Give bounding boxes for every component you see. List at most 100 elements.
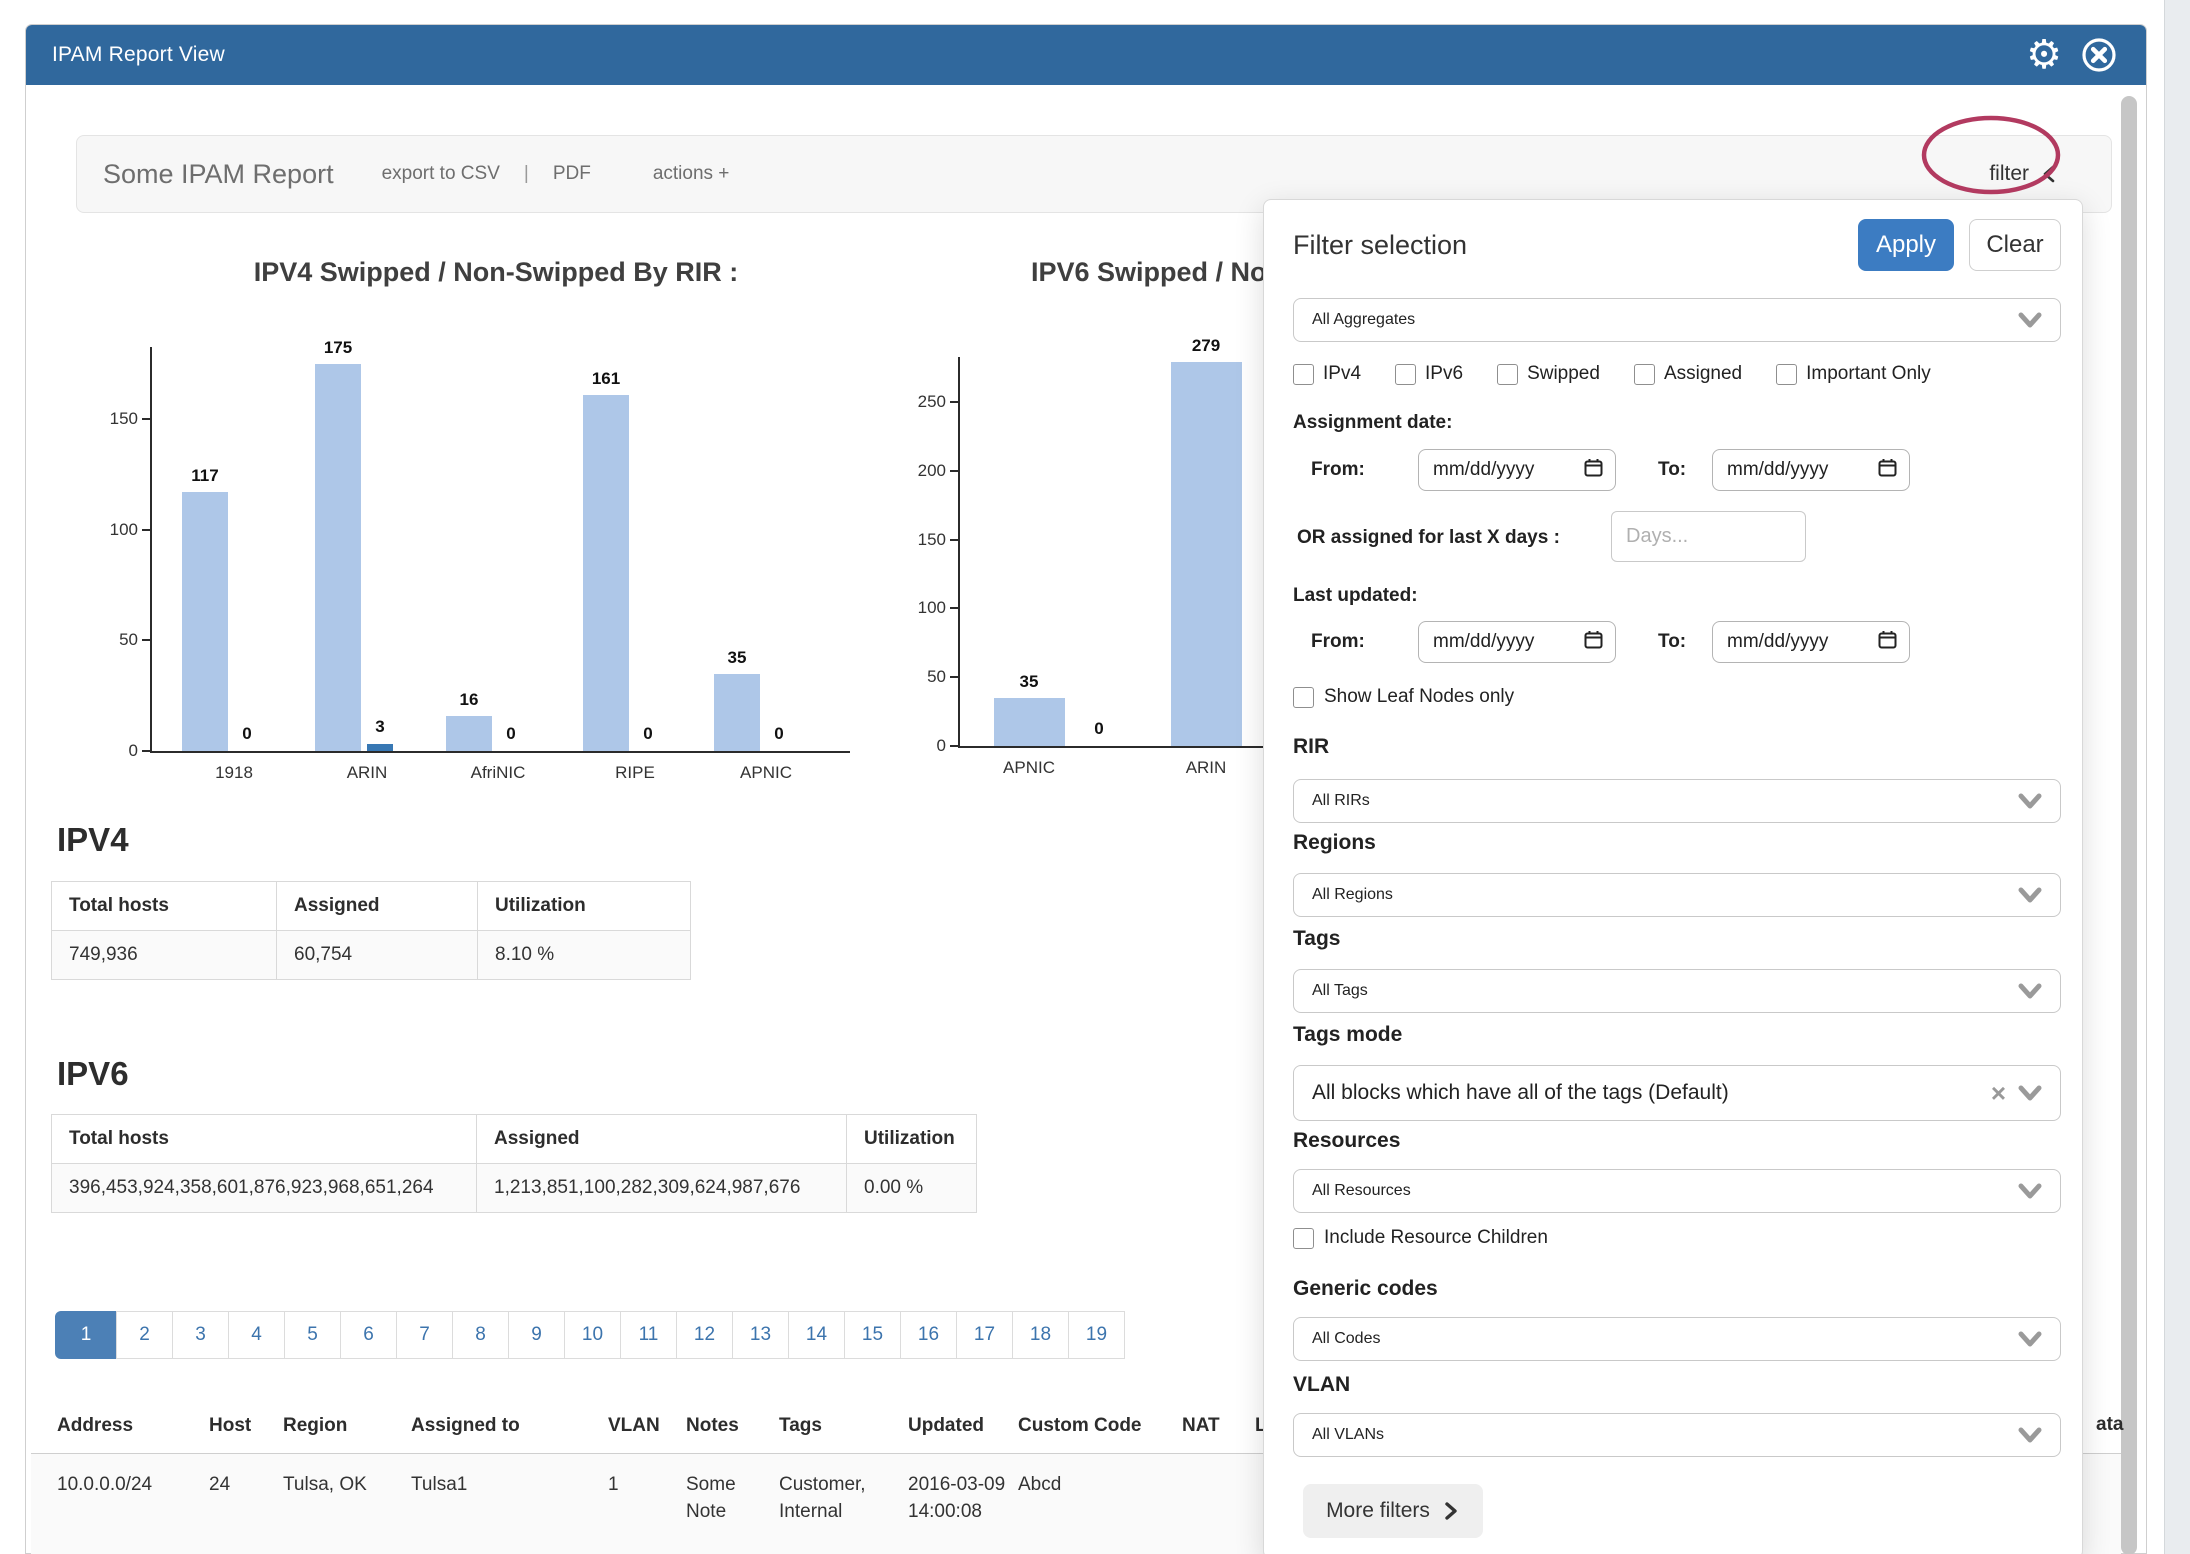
page-button-8[interactable]: 8 xyxy=(452,1311,509,1359)
export-csv-link[interactable]: export to CSV xyxy=(382,163,500,185)
regions-select[interactable]: All Regions xyxy=(1293,873,2061,917)
page-button-4[interactable]: 4 xyxy=(228,1311,285,1359)
page-button-7[interactable]: 7 xyxy=(396,1311,453,1359)
apply-button[interactable]: Apply xyxy=(1858,219,1954,271)
record-cell: 2016-03-09 14:00:08 xyxy=(908,1471,1008,1525)
checkbox-important-only[interactable] xyxy=(1776,364,1797,385)
settings-gear-icon[interactable]: ⚙ xyxy=(2026,35,2062,75)
column-header-address[interactable]: Address xyxy=(57,1415,133,1437)
bar-value-label: 0 xyxy=(1064,719,1134,739)
page-button-15[interactable]: 15 xyxy=(844,1311,901,1359)
checkbox-label: Assigned xyxy=(1664,363,1742,385)
leaf-nodes-checkbox[interactable] xyxy=(1293,687,1314,708)
page-button-13[interactable]: 13 xyxy=(732,1311,789,1359)
include-children-label: Include Resource Children xyxy=(1324,1227,1548,1249)
y-tick-label: 50 xyxy=(78,630,138,650)
generic-codes-select[interactable]: All Codes xyxy=(1293,1317,2061,1361)
filter-checkbox-item-ipv4: IPv4 xyxy=(1293,363,1361,385)
days-input[interactable] xyxy=(1611,511,1806,562)
checkbox-label: IPv6 xyxy=(1425,363,1463,385)
checkbox-ipv4[interactable] xyxy=(1293,364,1314,385)
page-button-19[interactable]: 19 xyxy=(1068,1311,1125,1359)
window-titlebar: IPAM Report View ⚙ xyxy=(26,25,2146,85)
y-tick-mark xyxy=(950,745,958,747)
calendar-icon xyxy=(1583,457,1604,484)
checkbox-ipv6[interactable] xyxy=(1395,364,1416,385)
filter-panel: Filter selection Apply Clear All Aggrega… xyxy=(1263,199,2083,1554)
include-children-checkbox[interactable] xyxy=(1293,1228,1314,1249)
column-header-tags[interactable]: Tags xyxy=(779,1415,822,1437)
page-background-strip xyxy=(2164,0,2190,1554)
record-cell: Customer, Internal xyxy=(779,1471,897,1525)
bar-non-swipped xyxy=(367,744,393,751)
updated-from-date-input[interactable]: mm/dd/yyyy xyxy=(1418,621,1616,663)
ipv6-col-utilization: Utilization xyxy=(847,1115,977,1164)
export-pdf-link[interactable]: PDF xyxy=(553,163,591,185)
more-filters-button[interactable]: More filters xyxy=(1303,1484,1483,1538)
column-header-updated[interactable]: Updated xyxy=(908,1415,984,1437)
bar-value-label: 161 xyxy=(571,369,641,389)
rir-select[interactable]: All RIRs xyxy=(1293,779,2061,823)
page-button-2[interactable]: 2 xyxy=(116,1311,173,1359)
vertical-scrollbar[interactable] xyxy=(2121,96,2137,1554)
assignment-from-date-input[interactable]: mm/dd/yyyy xyxy=(1418,449,1616,491)
filter-panel-title: Filter selection xyxy=(1293,230,1467,261)
date-placeholder-text: mm/dd/yyyy xyxy=(1433,459,1534,481)
page-button-14[interactable]: 14 xyxy=(788,1311,845,1359)
x-category-label: APNIC xyxy=(711,763,821,783)
checkbox-swipped[interactable] xyxy=(1497,364,1518,385)
page-button-3[interactable]: 3 xyxy=(172,1311,229,1359)
clipped-column-header-fragment: ata xyxy=(2096,1414,2123,1436)
assignment-from-label: From: xyxy=(1311,459,1365,481)
page-button-12[interactable]: 12 xyxy=(676,1311,733,1359)
assignment-to-date-input[interactable]: mm/dd/yyyy xyxy=(1712,449,1910,491)
page-button-5[interactable]: 5 xyxy=(284,1311,341,1359)
record-cell: 1 xyxy=(608,1471,674,1498)
chevron-down-icon xyxy=(2016,1082,2044,1104)
column-header-vlan[interactable]: VLAN xyxy=(608,1415,660,1437)
page-button-17[interactable]: 17 xyxy=(956,1311,1013,1359)
page-button-11[interactable]: 11 xyxy=(620,1311,677,1359)
y-tick-label: 150 xyxy=(886,530,946,550)
tags-select-value: All Tags xyxy=(1312,982,1368,1000)
date-placeholder-text: mm/dd/yyyy xyxy=(1727,631,1828,653)
page-button-6[interactable]: 6 xyxy=(340,1311,397,1359)
updated-to-date-input[interactable]: mm/dd/yyyy xyxy=(1712,621,1910,663)
column-header-notes[interactable]: Notes xyxy=(686,1415,739,1437)
page-button-10[interactable]: 10 xyxy=(564,1311,621,1359)
tags-select[interactable]: All Tags xyxy=(1293,969,2061,1013)
clear-button[interactable]: Clear xyxy=(1969,219,2061,271)
or-days-label: OR assigned for last X days : xyxy=(1297,527,1560,549)
aggregates-select[interactable]: All Aggregates xyxy=(1293,298,2061,342)
resources-select[interactable]: All Resources xyxy=(1293,1169,2061,1213)
leaf-nodes-label: Show Leaf Nodes only xyxy=(1324,686,1514,708)
page-button-16[interactable]: 16 xyxy=(900,1311,957,1359)
bar-value-label: 35 xyxy=(994,672,1064,692)
actions-menu[interactable]: actions + xyxy=(653,163,730,185)
column-header-assigned-to[interactable]: Assigned to xyxy=(411,1415,520,1437)
column-header-region[interactable]: Region xyxy=(283,1415,347,1437)
generic-codes-label: Generic codes xyxy=(1293,1277,1438,1301)
filter-checkbox-item-important-only: Important Only xyxy=(1776,363,1931,385)
column-header-nat[interactable]: NAT xyxy=(1182,1415,1220,1437)
clear-selection-icon[interactable]: × xyxy=(1991,1080,2006,1106)
vlan-select[interactable]: All VLANs xyxy=(1293,1413,2061,1457)
column-header-custom-code[interactable]: Custom Code xyxy=(1018,1415,1142,1437)
x-category-label: 1918 xyxy=(179,763,289,783)
record-cell: Tulsa, OK xyxy=(283,1471,398,1498)
checkbox-assigned[interactable] xyxy=(1634,364,1655,385)
resources-label: Resources xyxy=(1293,1129,1400,1153)
page-button-18[interactable]: 18 xyxy=(1012,1311,1069,1359)
bar-swipped xyxy=(315,364,361,751)
window-title: IPAM Report View xyxy=(52,43,225,67)
filter-toggle-button[interactable]: filter xyxy=(1989,162,2059,186)
rir-select-value: All RIRs xyxy=(1312,792,1370,810)
tags-mode-select[interactable]: All blocks which have all of the tags (D… xyxy=(1293,1065,2061,1121)
bar-value-label: 0 xyxy=(212,724,282,744)
page-button-9[interactable]: 9 xyxy=(508,1311,565,1359)
chart-title-ipv4: IPV4 Swipped / Non-Swipped By RIR : xyxy=(166,257,826,288)
tags-mode-select-value: All blocks which have all of the tags (D… xyxy=(1312,1081,1729,1105)
close-icon[interactable] xyxy=(2080,36,2118,74)
column-header-host[interactable]: Host xyxy=(209,1415,251,1437)
page-button-1[interactable]: 1 xyxy=(55,1311,117,1359)
